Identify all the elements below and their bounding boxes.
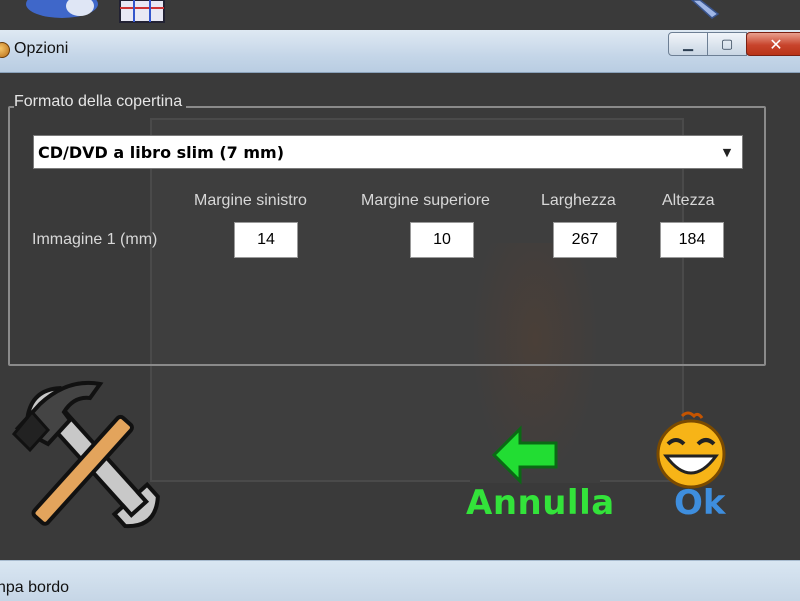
image-row-label: Immagine 1 (mm) [32,231,158,248]
close-button[interactable]: ✕ [746,32,800,56]
close-icon: ✕ [769,34,783,54]
width-input[interactable]: 267 [553,222,617,258]
options-dialog: Formato della copertina CD/DVD a libro s… [0,73,800,560]
maximize-button[interactable]: ▢ [707,32,747,56]
left-margin-input[interactable]: 14 [234,222,298,258]
maximize-icon: ▢ [720,36,734,52]
cover-format-value: CD/DVD a libro slim (7 mm) [38,143,285,162]
header-left-margin: Margine sinistro [194,192,307,209]
status-bar: npa bordo [0,560,800,601]
pen-tool-icon[interactable] [688,0,728,22]
ok-button[interactable]: Ok [674,483,726,523]
background-app-toolbar [0,0,800,30]
header-top-margin: Margine superiore [361,192,490,209]
hammer-wrench-icon [11,380,160,529]
window-title: Opzioni [14,40,69,57]
height-input[interactable]: 184 [660,222,724,258]
green-back-arrow-icon[interactable] [490,425,562,485]
app-icon [0,42,10,58]
minimize-button[interactable]: ▁ [668,32,708,56]
header-height: Altezza [662,192,715,209]
top-margin-input[interactable]: 10 [410,222,474,258]
window-titlebar[interactable]: Opzioni ▁ ▢ ✕ [0,30,800,73]
cancel-button[interactable]: Annulla [466,483,615,523]
status-text: npa bordo [0,579,70,596]
groupbox-label: Formato della copertina [14,93,187,111]
cover-format-select[interactable]: CD/DVD a libro slim (7 mm) ▼ [33,135,743,169]
dropdown-arrow-icon[interactable]: ▼ [712,136,742,168]
grid-tool-icon[interactable] [112,0,172,28]
laughing-smiley-icon[interactable] [652,410,730,490]
cd-case-icon[interactable] [20,0,100,22]
minimize-icon: ▁ [683,36,693,52]
header-width: Larghezza [541,192,616,209]
